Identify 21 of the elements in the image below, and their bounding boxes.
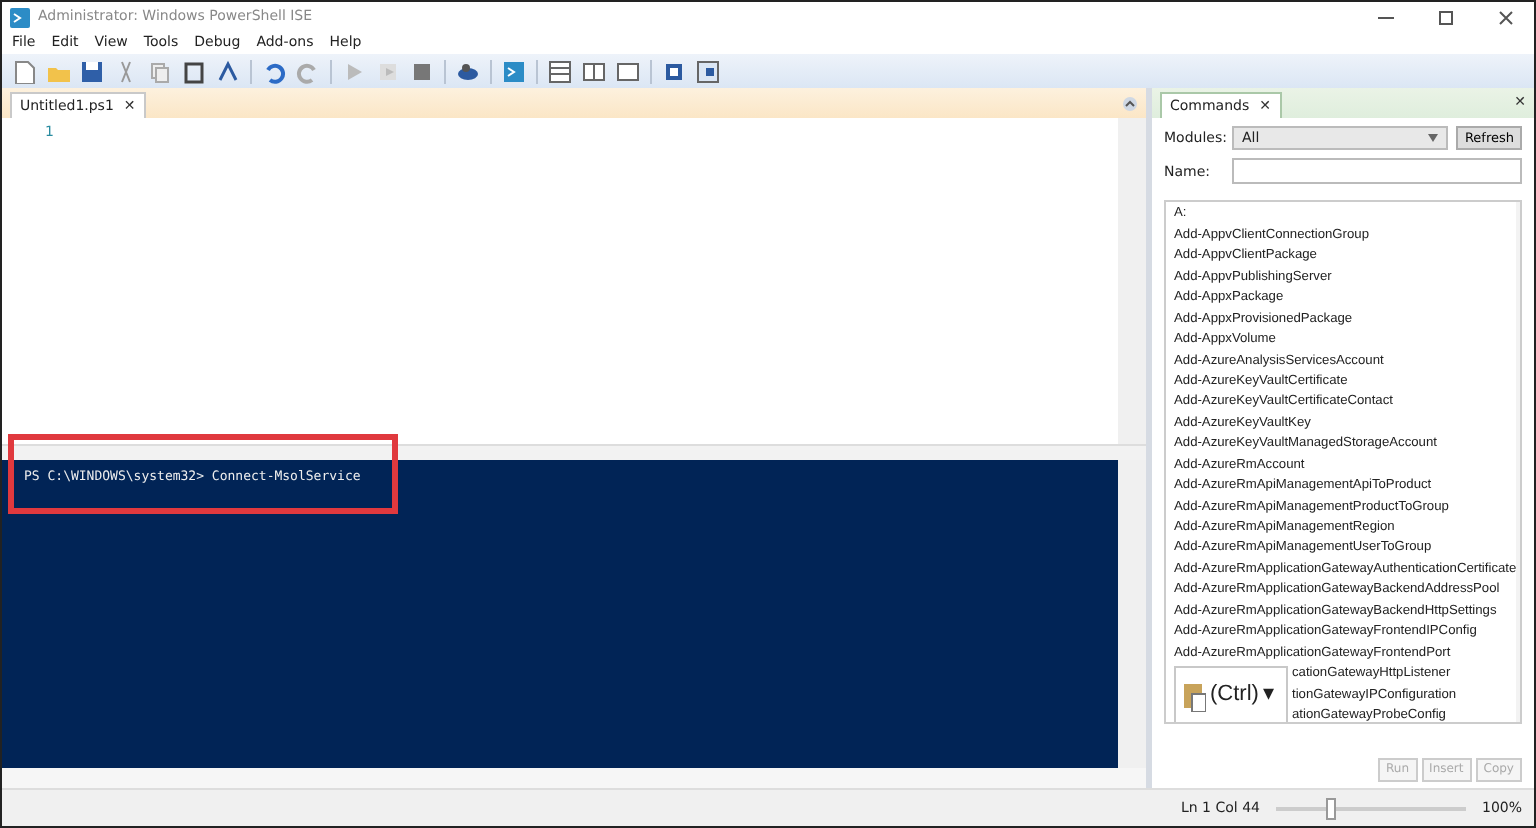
script-pane-top-icon[interactable] xyxy=(548,59,572,83)
scrollbar[interactable] xyxy=(1516,202,1520,723)
new-file-icon[interactable] xyxy=(12,59,36,83)
collapse-icon[interactable] xyxy=(1122,96,1138,112)
powershell-icon[interactable] xyxy=(502,59,526,83)
close-icon[interactable] xyxy=(1498,9,1514,25)
restore-icon[interactable] xyxy=(1438,9,1454,25)
scrollbar[interactable] xyxy=(1118,118,1146,444)
app-icon xyxy=(10,7,30,27)
commands-pane-icon[interactable] xyxy=(696,59,720,83)
script-pane-right-icon[interactable] xyxy=(582,59,606,83)
paste-options-button[interactable]: (Ctrl) ▾ xyxy=(1174,665,1288,723)
caret-icon xyxy=(1428,134,1439,143)
undo-icon[interactable] xyxy=(262,59,286,83)
horizontal-scrollbar[interactable] xyxy=(2,768,1146,788)
name-field[interactable] xyxy=(1232,158,1522,185)
script-pane-maximized-icon[interactable] xyxy=(616,59,640,83)
save-icon[interactable] xyxy=(80,59,104,83)
stop-icon[interactable] xyxy=(410,59,434,83)
copy-icon[interactable] xyxy=(148,59,172,83)
redo-icon[interactable] xyxy=(296,59,320,83)
